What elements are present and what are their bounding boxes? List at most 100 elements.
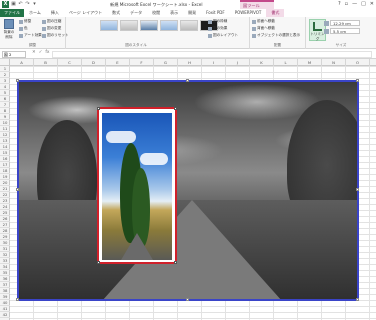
tab-insert[interactable]: 挿入 (46, 9, 64, 17)
crop-handle[interactable] (174, 107, 177, 110)
picture-selection-frame (17, 80, 359, 301)
tab-formulas[interactable]: 数式 (107, 9, 125, 17)
selection-pane-icon (252, 33, 256, 38)
resize-handle[interactable] (356, 298, 359, 301)
tab-home[interactable]: ホーム (24, 9, 46, 17)
column-header[interactable]: F (130, 59, 154, 66)
column-header[interactable]: B (34, 59, 58, 66)
compress-label: 図の圧縮 (47, 19, 62, 23)
column-header[interactable]: D (82, 59, 106, 66)
column-header[interactable]: A (10, 59, 34, 66)
tab-foxit-pdf[interactable]: Foxit PDF (201, 9, 230, 17)
tab-data[interactable]: データ (125, 9, 147, 17)
selection-pane-button[interactable]: オブジェクトの選択と表示 (252, 33, 300, 38)
cropped-picture-frame[interactable] (97, 107, 177, 264)
column-header[interactable]: I (202, 59, 226, 66)
row-header[interactable]: 42 (0, 312, 10, 318)
undo-icon[interactable]: ↶ (18, 1, 23, 7)
arrange-group-label: 配置 (273, 43, 282, 47)
picture-options-group: 図の枠線 図の効果 図のレイアウト (206, 17, 250, 49)
column-header[interactable]: E (106, 59, 130, 66)
insert-function-icon[interactable]: fx (45, 50, 49, 55)
name-box[interactable]: 図 2 (2, 50, 26, 58)
picture-layout-label: 図のレイアウト (213, 33, 239, 37)
artistic-effects-button[interactable]: アート効果 (19, 33, 42, 38)
artistic-effects-label: アート効果 (24, 33, 42, 37)
shape-height-field[interactable]: 12.29 cm (324, 20, 360, 26)
resize-handle[interactable] (16, 298, 19, 301)
column-header[interactable]: K (250, 59, 274, 66)
send-backward-button[interactable]: 背面へ移動 (252, 26, 275, 31)
column-header[interactable]: L (274, 59, 298, 66)
picture-style-gallery (100, 20, 218, 31)
enter-icon[interactable]: ✓ (39, 50, 43, 55)
column-header[interactable]: C (58, 59, 82, 66)
tab-view[interactable]: 表示 (165, 9, 183, 17)
picture-style-thumbnail[interactable] (100, 20, 118, 31)
resize-handle[interactable] (186, 79, 189, 82)
column-header[interactable]: G (154, 59, 178, 66)
resize-handle[interactable] (16, 79, 19, 82)
column-header[interactable]: H (178, 59, 202, 66)
column-header[interactable]: J (226, 59, 250, 66)
title-bar: X ▣ ↶ ↷ ▾ 新規 Microsoft Excel ワークシート.xlsx… (0, 0, 376, 9)
resize-handle[interactable] (356, 188, 359, 191)
shape-width-field[interactable]: 5.5 cm (324, 28, 360, 34)
compress-pictures-button[interactable]: 図の圧縮 (42, 19, 61, 24)
ribbon-display-button[interactable]: ▫ (345, 0, 348, 9)
picture-style-thumbnail[interactable] (180, 20, 198, 31)
maximize-button[interactable]: □ (361, 0, 366, 9)
corrections-button[interactable]: 修整 (19, 19, 31, 24)
column-header[interactable]: M (298, 59, 322, 66)
formula-input[interactable] (52, 50, 372, 58)
change-picture-icon (42, 26, 46, 31)
crop-icon (313, 22, 322, 31)
tab-powerpivot[interactable]: POWERPIVOT (230, 9, 267, 17)
change-picture-label: 図の変更 (47, 26, 62, 30)
picture-effects-button[interactable]: 図の効果 (208, 26, 227, 31)
minimize-button[interactable]: — (352, 0, 357, 9)
change-picture-button[interactable]: 図の変更 (42, 26, 61, 31)
cropped-picture[interactable] (102, 113, 172, 260)
bring-forward-button[interactable]: 前面へ移動 (252, 19, 275, 24)
remove-background-button[interactable]: 背景の削除 (2, 19, 16, 40)
color-button[interactable]: 色 (19, 26, 28, 31)
selection-pane-label: オブジェクトの選択と表示 (257, 33, 301, 37)
picture-road (121, 233, 153, 260)
customize-icon[interactable]: ▾ (32, 1, 37, 7)
adjust-group-label: 調整 (28, 43, 37, 47)
formula-bar: 図 2 ✕ ✓ fx (0, 49, 376, 59)
tab-page-layout[interactable]: ページ レイアウト (64, 9, 107, 17)
picture-layout-icon (208, 33, 212, 38)
column-header[interactable]: N (322, 59, 346, 66)
picture-style-thumbnail[interactable] (160, 20, 178, 31)
select-all-button[interactable] (0, 59, 10, 66)
column-header[interactable]: O (346, 59, 370, 66)
help-button[interactable]: ? (338, 0, 341, 9)
crop-handle[interactable] (174, 261, 177, 264)
row-headers: 1 2 3 4 5 6 7 8 9 10 11 12 13 14 15 16 17 18 19 20 21 22 23 24 2… (0, 66, 10, 320)
resize-handle[interactable] (186, 298, 189, 301)
tab-review[interactable]: 校閲 (147, 9, 165, 17)
resize-handle[interactable] (356, 79, 359, 82)
crop-handle[interactable] (97, 261, 100, 264)
resize-handle[interactable] (16, 188, 19, 191)
picture-style-thumbnail[interactable] (140, 20, 158, 31)
ribbon: 背景の削除 修整 色 アート効果 図の圧縮 図の変更 図のリセット 調整 図のス… (0, 17, 376, 49)
corrections-label: 修整 (24, 19, 32, 23)
tab-file[interactable]: ファイル (0, 9, 24, 17)
color-label: 色 (24, 26, 28, 30)
picture-style-thumbnail[interactable] (120, 20, 138, 31)
corrections-icon (19, 19, 23, 24)
picture-border-button[interactable]: 図の枠線 (208, 19, 227, 24)
close-button[interactable]: ✕ (370, 0, 374, 9)
reset-picture-button[interactable]: 図のリセット (42, 33, 69, 38)
save-icon[interactable]: ▣ (11, 1, 16, 7)
tab-developer[interactable]: 開発 (183, 9, 201, 17)
picture-layout-button[interactable]: 図のレイアウト (208, 33, 238, 38)
crop-handle[interactable] (97, 107, 100, 110)
excel-logo-icon: X (2, 1, 9, 8)
redo-icon[interactable]: ↷ (25, 1, 30, 7)
cancel-icon[interactable]: ✕ (32, 50, 36, 55)
color-icon (19, 26, 23, 31)
